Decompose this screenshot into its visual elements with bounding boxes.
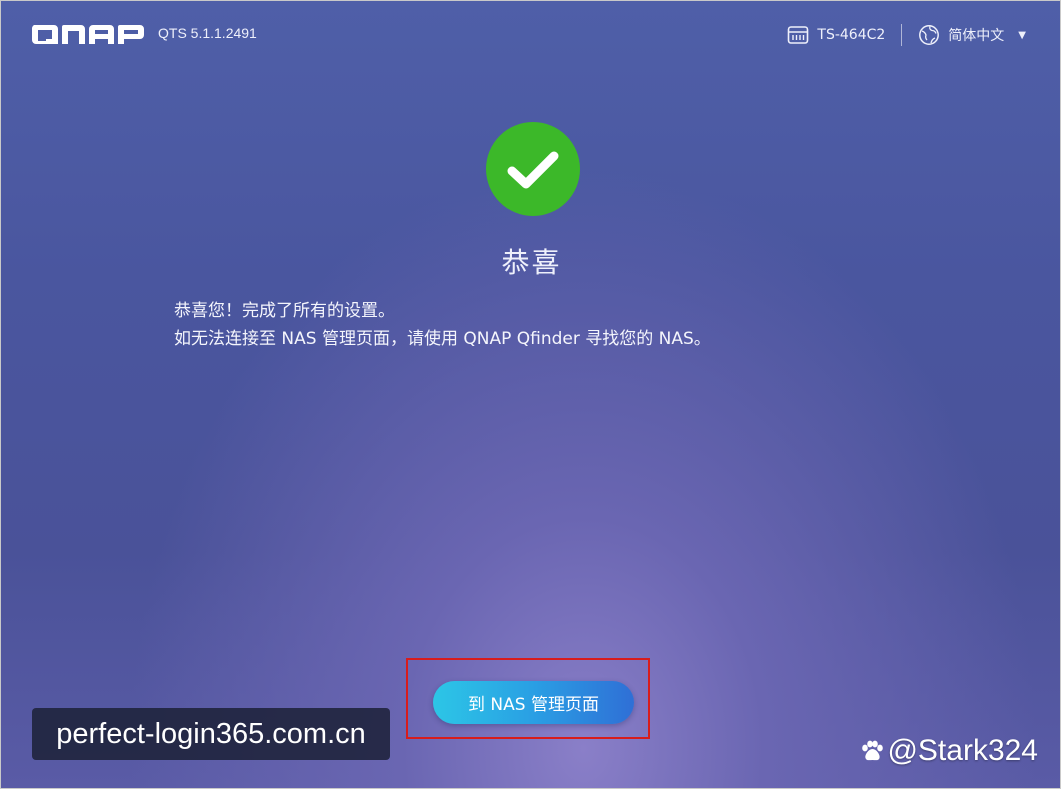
device-model: TS-464C2 — [787, 25, 885, 45]
watermark-right: @Stark324 — [859, 734, 1038, 768]
completion-message: 恭喜您！完成了所有的设置。 — [174, 301, 395, 321]
nas-device-icon — [787, 25, 809, 45]
header-divider — [901, 24, 903, 46]
go-to-nas-management-button[interactable]: 到 NAS 管理页面 — [433, 681, 634, 724]
qfinder-hint-message: 如无法连接至 NAS 管理页面，请使用 QNAP Qfinder 寻找您的 NA… — [174, 329, 711, 349]
globe-icon — [918, 24, 940, 46]
watermark-right-text: @Stark324 — [887, 734, 1038, 767]
setup-complete-screen: QTS 5.1.1.2491 TS-464C2 简体中文 ▼ 恭喜 恭喜您！完成… — [0, 0, 1061, 789]
qnap-logo — [32, 25, 144, 44]
caret-down-icon: ▼ — [1018, 29, 1026, 41]
check-circle-icon — [486, 122, 580, 216]
firmware-version: QTS 5.1.1.2491 — [158, 25, 257, 41]
device-model-label: TS-464C2 — [817, 27, 886, 43]
page-title: 恭喜 — [501, 246, 562, 279]
language-selector[interactable]: 简体中文 ▼ — [918, 24, 1026, 46]
header-right: TS-464C2 简体中文 ▼ — [787, 21, 1026, 49]
watermark-left: perfect-login365.com.cn — [32, 708, 390, 760]
paw-icon — [859, 738, 885, 764]
language-label: 简体中文 — [948, 28, 1005, 44]
